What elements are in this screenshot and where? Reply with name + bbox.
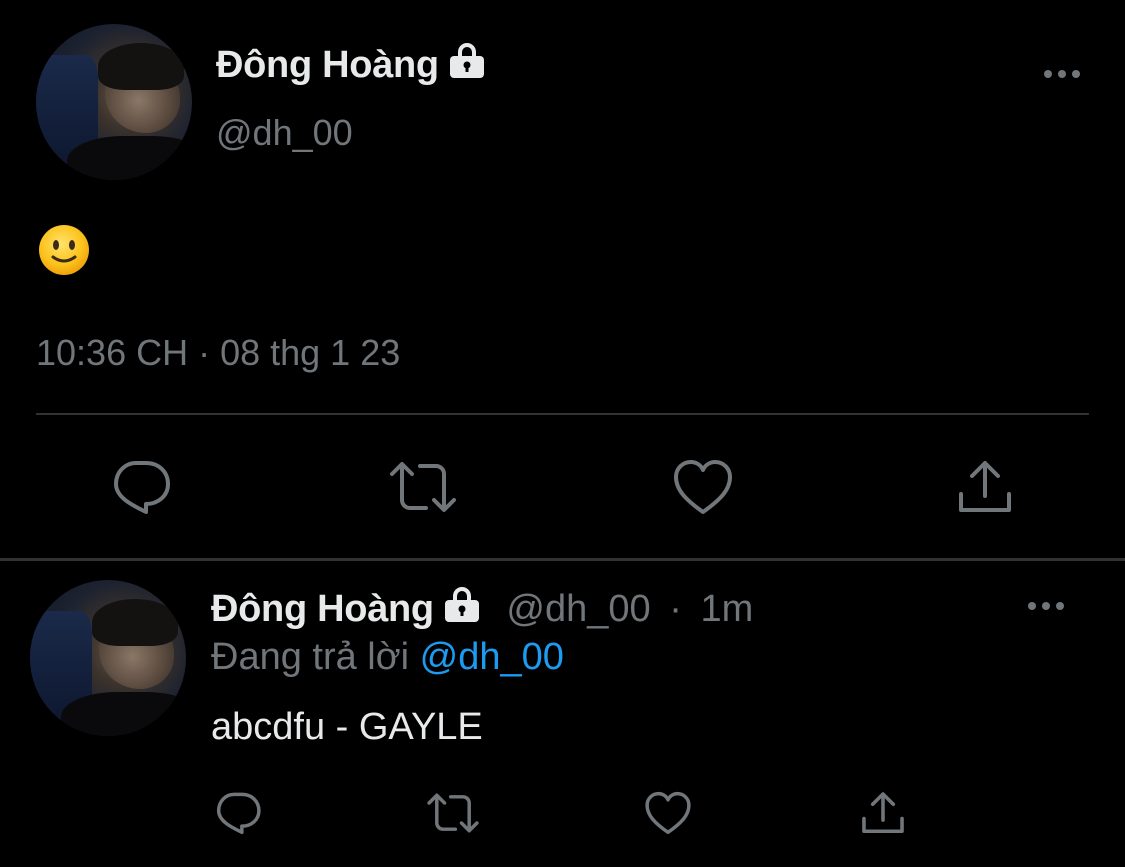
avatar-hair	[98, 42, 185, 90]
reply-icon[interactable]	[214, 790, 262, 841]
lock-icon	[447, 42, 487, 90]
author-name-row[interactable]: Đông Hoàng	[216, 42, 487, 90]
mention-link[interactable]: @dh_00	[420, 636, 564, 678]
reply-time[interactable]: 1m	[700, 588, 753, 630]
reply-author-handle[interactable]: @dh_00	[506, 588, 650, 630]
replying-to-line: Đang trả lời @dh_00	[211, 636, 564, 679]
slightly-smiling-face-emoji	[38, 224, 90, 276]
reply-text: abcdfu - GAYLE	[211, 706, 483, 748]
more-options-icon[interactable]	[1042, 64, 1082, 89]
like-icon[interactable]	[672, 458, 734, 521]
share-icon[interactable]	[860, 790, 906, 841]
tweet-detail-view: Đông Hoàng @dh_00 10:36 CH · 08 thg 1 23…	[0, 0, 1125, 867]
retweet-icon[interactable]	[426, 790, 480, 841]
avatar-shirt	[61, 692, 186, 736]
lock-icon	[442, 586, 482, 634]
like-icon[interactable]	[644, 790, 692, 841]
reply-icon[interactable]	[110, 458, 172, 521]
more-options-icon[interactable]	[1026, 596, 1066, 621]
divider	[36, 413, 1089, 415]
retweet-icon[interactable]	[388, 458, 458, 521]
author-display-name[interactable]: Đông Hoàng	[216, 44, 439, 86]
avatar-shirt	[67, 136, 192, 180]
author-handle[interactable]: @dh_00	[216, 112, 353, 154]
share-icon[interactable]	[956, 458, 1014, 521]
avatar-hair	[92, 598, 179, 646]
replying-prefix: Đang trả lời	[211, 636, 410, 678]
reply-header: Đông Hoàng @dh_00 · 1m	[211, 586, 753, 634]
main-tweet: Đông Hoàng @dh_00 10:36 CH · 08 thg 1 23	[0, 0, 1125, 561]
avatar[interactable]	[36, 24, 192, 180]
section-divider	[0, 558, 1125, 561]
separator-dot: ·	[669, 588, 682, 630]
reply-avatar[interactable]	[30, 580, 186, 736]
tweet-timestamp[interactable]: 10:36 CH · 08 thg 1 23	[36, 332, 400, 374]
reply-author-name[interactable]: Đông Hoàng	[211, 588, 434, 630]
